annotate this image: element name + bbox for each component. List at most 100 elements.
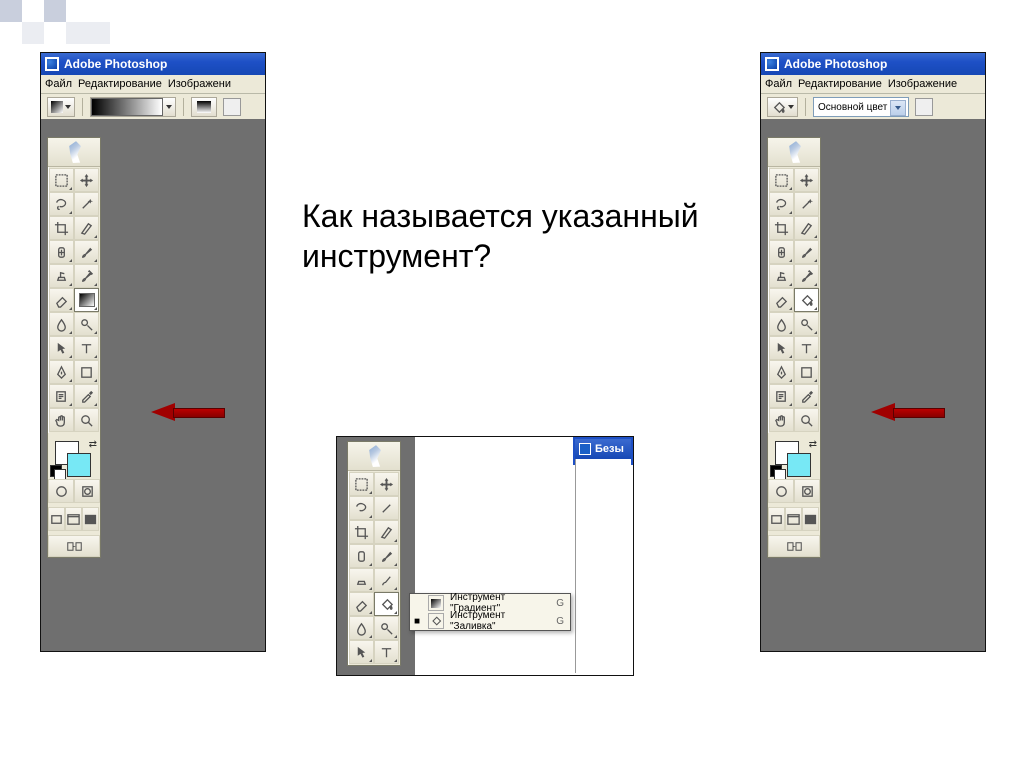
clone-stamp-tool[interactable] (49, 264, 74, 288)
brush-tool[interactable] (74, 240, 99, 264)
color-swatches[interactable]: ⇄ (768, 437, 820, 479)
marquee-tool[interactable] (49, 168, 74, 192)
hand-tool[interactable] (769, 408, 794, 432)
history-brush-tool[interactable] (374, 568, 399, 592)
blur-tool[interactable] (769, 312, 794, 336)
flyout-bucket[interactable]: ■ Инструмент "Заливка" G (410, 612, 570, 630)
dodge-tool[interactable] (74, 312, 99, 336)
quickmask-button[interactable] (74, 479, 100, 503)
gradient-tool[interactable] (74, 288, 99, 312)
screen-full-menubar-button[interactable] (65, 507, 82, 531)
default-colors-icon[interactable] (770, 465, 782, 477)
path-selection-tool[interactable] (49, 336, 74, 360)
background-swatch[interactable] (787, 453, 811, 477)
healing-brush-tool[interactable] (769, 240, 794, 264)
toolbox-header[interactable] (348, 442, 400, 471)
clone-stamp-tool[interactable] (769, 264, 794, 288)
eraser-tool[interactable] (769, 288, 794, 312)
dodge-tool[interactable] (374, 616, 399, 640)
toolbox-header[interactable] (48, 138, 100, 167)
lasso-tool[interactable] (769, 192, 794, 216)
type-tool[interactable] (794, 336, 819, 360)
screen-standard-button[interactable] (768, 507, 785, 531)
pen-tool[interactable] (769, 360, 794, 384)
brush-tool[interactable] (374, 544, 399, 568)
type-tool[interactable] (74, 336, 99, 360)
zoom-tool[interactable] (74, 408, 99, 432)
crop-tool[interactable] (349, 520, 374, 544)
gradient-picker[interactable] (90, 97, 176, 117)
dodge-tool[interactable] (794, 312, 819, 336)
healing-brush-tool[interactable] (349, 544, 374, 568)
color-swatches[interactable]: ⇄ (48, 437, 100, 479)
menu-file[interactable]: Файл (45, 78, 72, 90)
toolbox-header[interactable] (768, 138, 820, 167)
standard-mode-button[interactable] (48, 479, 74, 503)
magic-wand-tool[interactable] (374, 496, 399, 520)
pattern-picker[interactable] (915, 98, 933, 116)
marquee-tool[interactable] (769, 168, 794, 192)
menu-file[interactable]: Файл (765, 78, 792, 90)
fill-source-combo[interactable]: Основной цвет (813, 97, 909, 117)
screen-standard-button[interactable] (48, 507, 65, 531)
quickmask-button[interactable] (794, 479, 820, 503)
crop-tool[interactable] (49, 216, 74, 240)
standard-mode-button[interactable] (768, 479, 794, 503)
eyedropper-tool[interactable] (794, 384, 819, 408)
slice-tool[interactable] (74, 216, 99, 240)
marquee-tool[interactable] (349, 472, 374, 496)
lasso-tool[interactable] (49, 192, 74, 216)
blur-tool[interactable] (49, 312, 74, 336)
move-tool[interactable] (74, 168, 99, 192)
tool-flyout[interactable]: Инструмент "Градиент" G ■ Инструмент "За… (409, 593, 571, 631)
notes-tool[interactable] (769, 384, 794, 408)
background-swatch[interactable] (67, 453, 91, 477)
magic-wand-tool[interactable] (74, 192, 99, 216)
eraser-tool[interactable] (349, 592, 374, 616)
brush-tool[interactable] (794, 240, 819, 264)
clone-stamp-tool[interactable] (349, 568, 374, 592)
path-selection-tool[interactable] (349, 640, 374, 664)
jump-to-imageready-button[interactable] (768, 535, 820, 557)
zoom-tool[interactable] (794, 408, 819, 432)
magic-wand-tool[interactable] (794, 192, 819, 216)
jump-to-imageready-button[interactable] (48, 535, 100, 557)
notes-tool[interactable] (49, 384, 74, 408)
paint-bucket-tool[interactable] (794, 288, 819, 312)
menu-edit[interactable]: Редактирование (798, 78, 882, 90)
healing-brush-tool[interactable] (49, 240, 74, 264)
slice-tool[interactable] (794, 216, 819, 240)
lasso-tool[interactable] (349, 496, 374, 520)
palette-button[interactable] (223, 98, 241, 116)
menu-edit[interactable]: Редактирование (78, 78, 162, 90)
eyedropper-tool[interactable] (74, 384, 99, 408)
hand-tool[interactable] (49, 408, 74, 432)
menubar-left[interactable]: Файл Редактирование Изображени (41, 75, 265, 94)
history-brush-tool[interactable] (794, 264, 819, 288)
paint-bucket-tool[interactable] (374, 592, 399, 616)
history-brush-tool[interactable] (74, 264, 99, 288)
pen-tool[interactable] (49, 360, 74, 384)
screen-full-button[interactable] (82, 507, 99, 531)
move-tool[interactable] (794, 168, 819, 192)
swap-colors-icon[interactable]: ⇄ (89, 439, 97, 450)
menubar-right[interactable]: Файл Редактирование Изображение (761, 75, 985, 94)
crop-tool[interactable] (769, 216, 794, 240)
gradient-tool-preset[interactable] (47, 97, 75, 117)
shape-tool[interactable] (74, 360, 99, 384)
gradient-linear-button[interactable] (191, 97, 217, 117)
eraser-tool[interactable] (49, 288, 74, 312)
slice-tool[interactable] (374, 520, 399, 544)
swap-colors-icon[interactable]: ⇄ (809, 439, 817, 450)
shape-tool[interactable] (794, 360, 819, 384)
blur-tool[interactable] (349, 616, 374, 640)
bucket-tool-preset[interactable] (767, 97, 798, 117)
path-selection-tool[interactable] (769, 336, 794, 360)
move-tool[interactable] (374, 472, 399, 496)
screen-full-menubar-button[interactable] (785, 507, 802, 531)
menu-image[interactable]: Изображение (888, 78, 957, 90)
default-colors-icon[interactable] (50, 465, 62, 477)
menu-image[interactable]: Изображени (168, 78, 231, 90)
screen-full-button[interactable] (802, 507, 819, 531)
type-tool[interactable] (374, 640, 399, 664)
